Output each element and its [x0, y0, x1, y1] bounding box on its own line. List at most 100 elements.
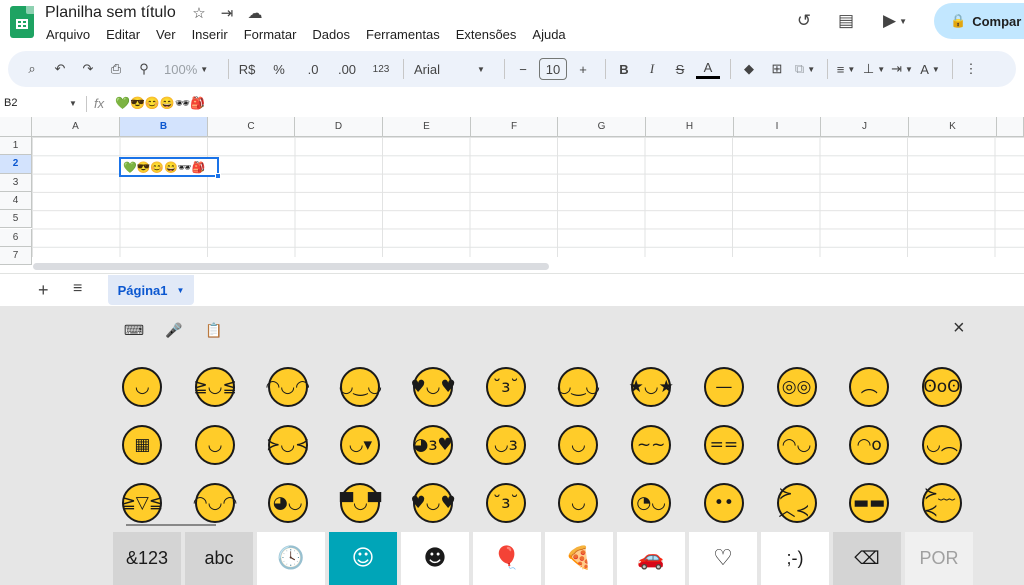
font-select[interactable]: Arial ▼: [410, 55, 494, 83]
column-header-d[interactable]: D: [295, 117, 383, 137]
menu-extensoes[interactable]: Extensões: [456, 27, 517, 42]
emoji-key[interactable]: ◔◡: [615, 474, 688, 532]
number-format-button[interactable]: 123: [369, 55, 393, 83]
history-icon[interactable]: ↺: [792, 9, 816, 33]
currency-button[interactable]: R$: [235, 55, 259, 83]
menu-inserir[interactable]: Inserir: [192, 27, 228, 42]
bold-button[interactable]: B: [612, 55, 636, 83]
column-header-f[interactable]: F: [471, 117, 558, 137]
text-rotation-icon[interactable]: A ▼: [918, 55, 942, 83]
redo-icon[interactable]: ↷: [76, 55, 100, 83]
emoji-key[interactable]: ≻﹏≺: [906, 474, 979, 532]
menu-dados[interactable]: Dados: [312, 27, 350, 42]
sheet-tab-pagina1[interactable]: Página1 ▼: [108, 275, 194, 305]
all-sheets-button[interactable]: ≡: [73, 280, 82, 298]
row-header-6[interactable]: 6: [0, 228, 32, 247]
column-header-a[interactable]: A: [32, 117, 120, 137]
comments-icon[interactable]: ▤: [834, 9, 858, 33]
emoji-key[interactable]: ʘoʘ: [906, 358, 979, 416]
menu-arquivo[interactable]: Arquivo: [46, 27, 90, 42]
emoji-key[interactable]: ◡: [542, 416, 615, 474]
document-title[interactable]: Planilha sem título: [45, 4, 176, 22]
name-box[interactable]: B2 ▼: [4, 97, 77, 109]
paint-format-icon[interactable]: ⚲: [132, 55, 156, 83]
emoji-key[interactable]: ◕з♥: [397, 416, 470, 474]
row-header-1[interactable]: 1: [0, 137, 32, 156]
fill-handle[interactable]: [215, 173, 221, 179]
column-header-i[interactable]: I: [734, 117, 821, 137]
font-size-input[interactable]: 10: [539, 58, 567, 80]
cloud-status-icon[interactable]: ☁: [246, 4, 264, 22]
backspace-key[interactable]: ⌫: [833, 532, 901, 585]
menu-formatar[interactable]: Formatar: [244, 27, 297, 42]
vertical-align-icon[interactable]: ⊥ ▼: [862, 55, 886, 83]
star-icon[interactable]: ☆: [190, 4, 208, 22]
emoji-key[interactable]: ▬▬: [833, 474, 906, 532]
emoji-key[interactable]: ••: [688, 474, 761, 532]
column-header-g[interactable]: G: [558, 117, 646, 137]
emoji-key[interactable]: ◡‿◡: [542, 358, 615, 416]
horizontal-align-icon[interactable]: ≡ ▼: [834, 55, 858, 83]
emoji-key[interactable]: ◡︵: [906, 416, 979, 474]
formula-input[interactable]: 💚😎😊😄🕶🎒: [115, 96, 205, 110]
select-all-corner[interactable]: [0, 117, 32, 137]
emoji-key[interactable]: ︵: [833, 358, 906, 416]
travel-key[interactable]: 🚗: [617, 532, 685, 585]
increase-font-size-icon[interactable]: +: [571, 55, 595, 83]
emoji-key[interactable]: ♥◡♥: [397, 358, 470, 416]
zoom-select[interactable]: 100% ▼: [160, 55, 218, 83]
column-header-b[interactable]: B: [120, 117, 208, 137]
emoji-key[interactable]: ◡: [106, 358, 179, 416]
food-key[interactable]: 🍕: [545, 532, 613, 585]
emoji-key[interactable]: ★◡★: [615, 358, 688, 416]
emoji-key[interactable]: ◠◡◠: [251, 358, 324, 416]
abc-key[interactable]: abc: [185, 532, 253, 585]
add-sheet-button[interactable]: +: [38, 280, 49, 301]
emoji-key[interactable]: ≻︿≺: [760, 474, 833, 532]
row-header-7[interactable]: 7: [0, 246, 32, 266]
meet-icon[interactable]: ▶ ▼: [876, 9, 914, 33]
emoji-key[interactable]: ◡▾: [324, 416, 397, 474]
merge-cells-icon[interactable]: ⧉ ▼: [793, 55, 817, 83]
emoji-key[interactable]: ◡: [542, 474, 615, 532]
row-header-3[interactable]: 3: [0, 173, 32, 192]
emoji-key[interactable]: ◠◡: [760, 416, 833, 474]
menu-ferramentas[interactable]: Ferramentas: [366, 27, 440, 42]
emoji-key[interactable]: ≧◡≦: [179, 358, 252, 416]
cell-area[interactable]: [32, 137, 1024, 257]
emoji-key[interactable]: ˘з˘: [469, 358, 542, 416]
sheet-tab-menu-icon[interactable]: ▼: [176, 286, 184, 295]
emoji-key[interactable]: ☺: [329, 532, 397, 585]
menu-ver[interactable]: Ver: [156, 27, 176, 42]
percent-button[interactable]: %: [267, 55, 291, 83]
keyboard-settings-icon[interactable]: ⌨: [124, 320, 144, 340]
symbols-key[interactable]: &123: [113, 532, 181, 585]
emoji-key[interactable]: ◎◎: [760, 358, 833, 416]
emoji-key[interactable]: ◕◡: [251, 474, 324, 532]
kaomoji-key[interactable]: ;-): [761, 532, 829, 585]
column-header-k[interactable]: K: [909, 117, 997, 137]
emoji-key[interactable]: ==: [688, 416, 761, 474]
fill-color-icon[interactable]: ◆: [737, 55, 761, 83]
emoji-key[interactable]: ◡‿◡: [324, 358, 397, 416]
horizontal-scrollbar[interactable]: [33, 263, 549, 270]
heart-key[interactable]: ♡: [689, 532, 757, 585]
decrease-font-size-icon[interactable]: −: [511, 55, 535, 83]
sheets-logo-icon[interactable]: [10, 6, 34, 38]
people-key[interactable]: ☻: [401, 532, 469, 585]
language-key[interactable]: POR: [905, 532, 973, 585]
column-header-next[interactable]: [997, 117, 1024, 137]
row-header-2[interactable]: 2: [0, 155, 32, 174]
emoji-key[interactable]: ˘з˘: [469, 474, 542, 532]
more-options-icon[interactable]: ⋮: [959, 55, 983, 83]
column-header-j[interactable]: J: [821, 117, 909, 137]
emoji-key[interactable]: ◡з: [469, 416, 542, 474]
emoji-key[interactable]: ≻◡≺: [251, 416, 324, 474]
row-header-4[interactable]: 4: [0, 191, 32, 211]
selected-cell-b2[interactable]: 💚😎😊😄🕶🎒: [119, 157, 221, 179]
text-color-button[interactable]: A: [696, 59, 720, 79]
close-icon[interactable]: ×: [953, 317, 965, 340]
text-wrapping-icon[interactable]: ⇥ ▼: [890, 55, 914, 83]
strikethrough-icon[interactable]: S: [668, 55, 692, 83]
menu-editar[interactable]: Editar: [106, 27, 140, 42]
